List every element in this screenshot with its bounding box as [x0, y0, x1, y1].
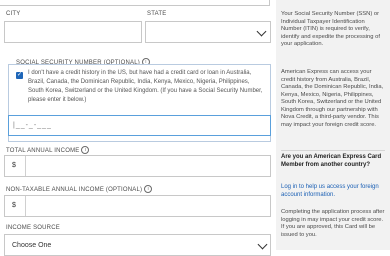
chevron-down-icon: [257, 239, 268, 250]
sidebar-login-link[interactable]: Log in to help us access your foreign ac…: [281, 184, 386, 199]
info-icon[interactable]: i: [144, 185, 153, 193]
total-income-label: TOTAL ANNUAL INCOME i: [6, 146, 90, 154]
state-select[interactable]: [145, 21, 271, 43]
ssn-input[interactable]: |__-_-___: [8, 115, 271, 136]
city-input[interactable]: [4, 21, 142, 43]
chevron-down-icon: [256, 26, 267, 37]
sidebar-question: Are you an American Express Card Member …: [281, 154, 382, 168]
prefix-divider: [25, 196, 26, 216]
total-income-input[interactable]: $: [4, 155, 271, 177]
currency-prefix: $: [12, 162, 16, 169]
ssn-checkbox-label: I don't have a credit history in the US,…: [28, 70, 263, 103]
nontaxable-income-label-text: NON-TAXABLE ANNUAL INCOME (OPTIONAL): [6, 187, 143, 193]
currency-prefix: $: [12, 202, 16, 209]
checkmark-icon: ✓: [16, 72, 23, 78]
sidebar-credit-history-info: American Express can access your credit …: [281, 69, 384, 128]
income-source-selected: Choose One: [12, 242, 52, 249]
city-label: CITY: [6, 11, 21, 17]
income-source-select[interactable]: Choose One: [4, 234, 271, 256]
ssn-no-credit-history-checkbox[interactable]: ✓: [16, 72, 23, 79]
nontaxable-income-input[interactable]: $: [4, 195, 271, 217]
sidebar-login-note: Completing the application process after…: [281, 209, 385, 238]
ssn-input-value: |__-_-___: [13, 122, 52, 129]
income-source-label: INCOME SOURCE: [6, 225, 60, 231]
info-icon[interactable]: i: [81, 146, 90, 154]
nontaxable-income-label: NON-TAXABLE ANNUAL INCOME (OPTIONAL) i: [6, 185, 153, 193]
prefix-divider: [25, 156, 26, 176]
state-label: STATE: [147, 11, 167, 17]
sidebar-divider: [281, 150, 385, 151]
total-income-label-text: TOTAL ANNUAL INCOME: [6, 148, 80, 154]
address-input-top[interactable]: [0, 0, 270, 6]
sidebar-ssn-info: Your Social Security Number (SSN) or Ind…: [281, 11, 380, 47]
